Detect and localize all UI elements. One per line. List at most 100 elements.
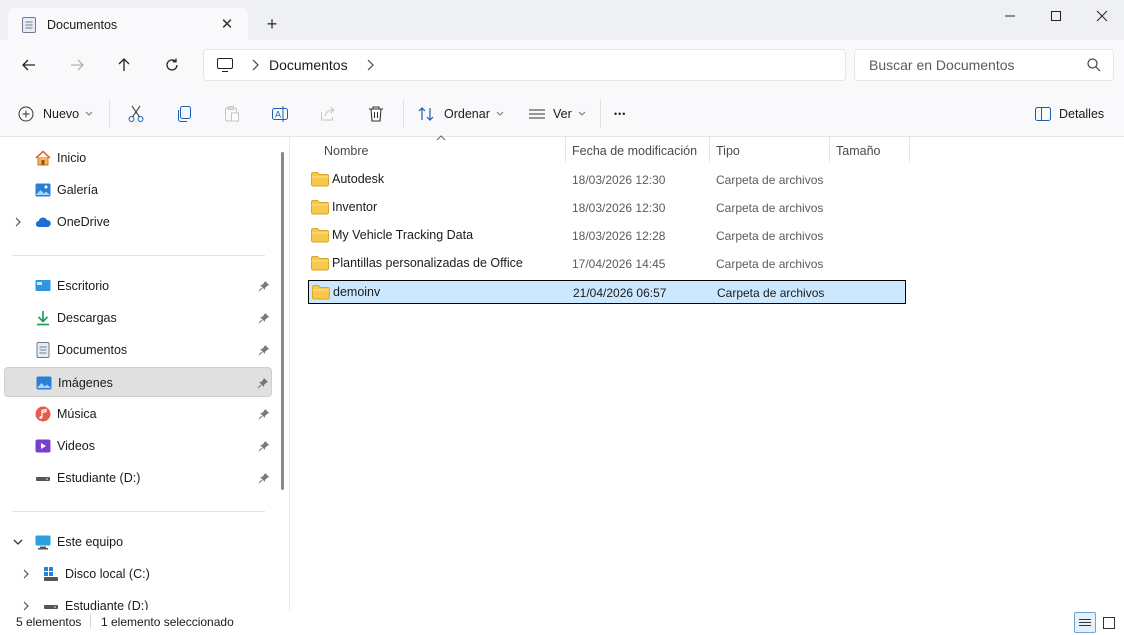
cut-button[interactable] bbox=[127, 100, 145, 128]
column-header-type[interactable]: Tipo bbox=[716, 141, 740, 161]
maximize-button[interactable] bbox=[1033, 0, 1079, 32]
address-bar[interactable]: Documentos bbox=[203, 49, 846, 81]
back-button[interactable] bbox=[16, 52, 42, 78]
close-icon bbox=[1096, 10, 1108, 22]
sidebar-item-label: Inicio bbox=[57, 151, 87, 165]
column-header-name[interactable]: Nombre bbox=[324, 141, 368, 161]
sidebar-item-estudiante-d-pc[interactable]: Estudiante (D:) bbox=[4, 591, 272, 610]
chevron-down-icon bbox=[496, 111, 504, 116]
breadcrumb-documentos[interactable]: Documentos bbox=[269, 57, 348, 73]
new-label: Nuevo bbox=[43, 107, 80, 121]
close-tab-button[interactable]: ✕ bbox=[218, 15, 236, 33]
file-row-plantillas[interactable]: Plantillas personalizadas de Office 17/0… bbox=[308, 252, 906, 276]
search-input[interactable]: Buscar en Documentos bbox=[854, 49, 1114, 81]
search-icon bbox=[1087, 58, 1101, 72]
folder-icon bbox=[311, 200, 329, 215]
share-button[interactable] bbox=[319, 100, 337, 128]
tiles-view-button[interactable] bbox=[1098, 612, 1120, 633]
column-divider[interactable] bbox=[829, 137, 830, 162]
tab-documentos[interactable]: Documentos ✕ bbox=[8, 8, 248, 41]
folder-icon bbox=[311, 228, 329, 243]
sort-button[interactable]: Ordenar bbox=[418, 100, 504, 128]
pin-icon[interactable] bbox=[258, 312, 270, 324]
pane-divider bbox=[289, 137, 290, 610]
pin-icon[interactable] bbox=[257, 377, 269, 389]
details-button[interactable]: Detalles bbox=[1035, 100, 1104, 128]
local-disk-icon bbox=[44, 567, 58, 581]
more-options-button[interactable]: ••• bbox=[614, 100, 626, 128]
details-view-button[interactable] bbox=[1074, 612, 1096, 633]
pin-icon[interactable] bbox=[258, 472, 270, 484]
pin-icon[interactable] bbox=[258, 280, 270, 292]
sidebar-item-label: Música bbox=[57, 407, 97, 421]
pin-icon[interactable] bbox=[258, 440, 270, 452]
copy-icon bbox=[178, 106, 191, 122]
rename-button[interactable]: A bbox=[271, 100, 289, 128]
column-header-date[interactable]: Fecha de modificación bbox=[572, 141, 697, 161]
sidebar-item-escritorio[interactable]: Escritorio bbox=[4, 271, 272, 301]
column-header-size[interactable]: Tamaño bbox=[836, 141, 880, 161]
search-placeholder: Buscar en Documentos bbox=[869, 57, 1015, 73]
chevron-right-icon[interactable] bbox=[20, 568, 32, 580]
refresh-button[interactable] bbox=[159, 52, 185, 78]
share-icon bbox=[321, 106, 335, 121]
column-divider[interactable] bbox=[909, 137, 910, 162]
sidebar-scrollbar[interactable] bbox=[281, 152, 284, 490]
sidebar-item-disco-local-c[interactable]: Disco local (C:) bbox=[4, 559, 272, 589]
downloads-icon bbox=[37, 311, 49, 326]
sidebar-item-inicio[interactable]: Inicio bbox=[4, 143, 272, 173]
up-button[interactable] bbox=[111, 52, 137, 78]
file-type: Carpeta de archivos bbox=[716, 173, 824, 187]
sidebar-item-label: Videos bbox=[57, 439, 95, 453]
paste-button[interactable] bbox=[223, 100, 241, 128]
delete-button[interactable] bbox=[367, 100, 385, 128]
arrow-right-icon bbox=[71, 59, 84, 71]
chevron-right-icon[interactable] bbox=[20, 600, 32, 610]
cut-icon bbox=[128, 105, 144, 122]
file-type: Carpeta de archivos bbox=[716, 257, 824, 271]
tiles-view-icon bbox=[1103, 616, 1115, 629]
sidebar-item-onedrive[interactable]: OneDrive bbox=[4, 207, 272, 237]
selection-count: 1 elemento seleccionado bbox=[101, 615, 234, 629]
minimize-button[interactable] bbox=[987, 0, 1033, 32]
status-divider bbox=[90, 614, 91, 629]
sidebar-item-documentos[interactable]: Documentos bbox=[4, 335, 272, 365]
sidebar-item-este-equipo[interactable]: Este equipo bbox=[4, 527, 272, 557]
minimize-icon bbox=[1005, 15, 1015, 17]
file-date: 18/03/2026 12:28 bbox=[572, 229, 666, 243]
view-label: Ver bbox=[553, 107, 572, 121]
copy-button[interactable] bbox=[175, 100, 193, 128]
details-pane-icon bbox=[1035, 107, 1051, 121]
arrow-up-icon bbox=[118, 58, 130, 71]
onedrive-icon bbox=[35, 217, 51, 228]
sidebar-item-imagenes[interactable]: Imágenes bbox=[4, 367, 272, 397]
sidebar-divider bbox=[12, 255, 265, 256]
file-row-autodesk[interactable]: Autodesk 18/03/2026 12:30 Carpeta de arc… bbox=[308, 168, 906, 192]
drive-icon bbox=[36, 477, 50, 481]
file-row-demoinv[interactable]: demoinv 21/04/2026 06:57 Carpeta de arch… bbox=[308, 280, 906, 304]
pin-icon[interactable] bbox=[258, 344, 270, 356]
column-divider[interactable] bbox=[565, 137, 566, 162]
refresh-icon bbox=[166, 58, 178, 71]
sidebar-item-musica[interactable]: Música bbox=[4, 399, 272, 429]
chevron-down-icon[interactable] bbox=[12, 536, 24, 548]
sidebar-item-videos[interactable]: Videos bbox=[4, 431, 272, 461]
column-divider[interactable] bbox=[709, 137, 710, 162]
close-window-button[interactable] bbox=[1079, 0, 1124, 32]
pin-icon[interactable] bbox=[258, 408, 270, 420]
view-button[interactable]: Ver bbox=[528, 100, 586, 128]
chevron-down-icon bbox=[578, 111, 586, 116]
new-button[interactable]: Nuevo bbox=[18, 100, 93, 128]
chevron-down-icon bbox=[85, 111, 93, 116]
file-row-inventor[interactable]: Inventor 18/03/2026 12:30 Carpeta de arc… bbox=[308, 196, 906, 220]
chevron-right-icon[interactable] bbox=[12, 216, 24, 228]
file-row-my-vehicle-tracking-data[interactable]: My Vehicle Tracking Data 18/03/2026 12:2… bbox=[308, 224, 906, 248]
forward-button[interactable] bbox=[64, 52, 90, 78]
sidebar-item-galeria[interactable]: Galería bbox=[4, 175, 272, 205]
music-icon bbox=[35, 406, 51, 422]
sort-label: Ordenar bbox=[444, 107, 490, 121]
new-tab-button[interactable]: + bbox=[262, 14, 282, 34]
chevron-right-icon[interactable] bbox=[366, 59, 374, 71]
sidebar-item-estudiante-d[interactable]: Estudiante (D:) bbox=[4, 463, 272, 493]
sidebar-item-descargas[interactable]: Descargas bbox=[4, 303, 272, 333]
